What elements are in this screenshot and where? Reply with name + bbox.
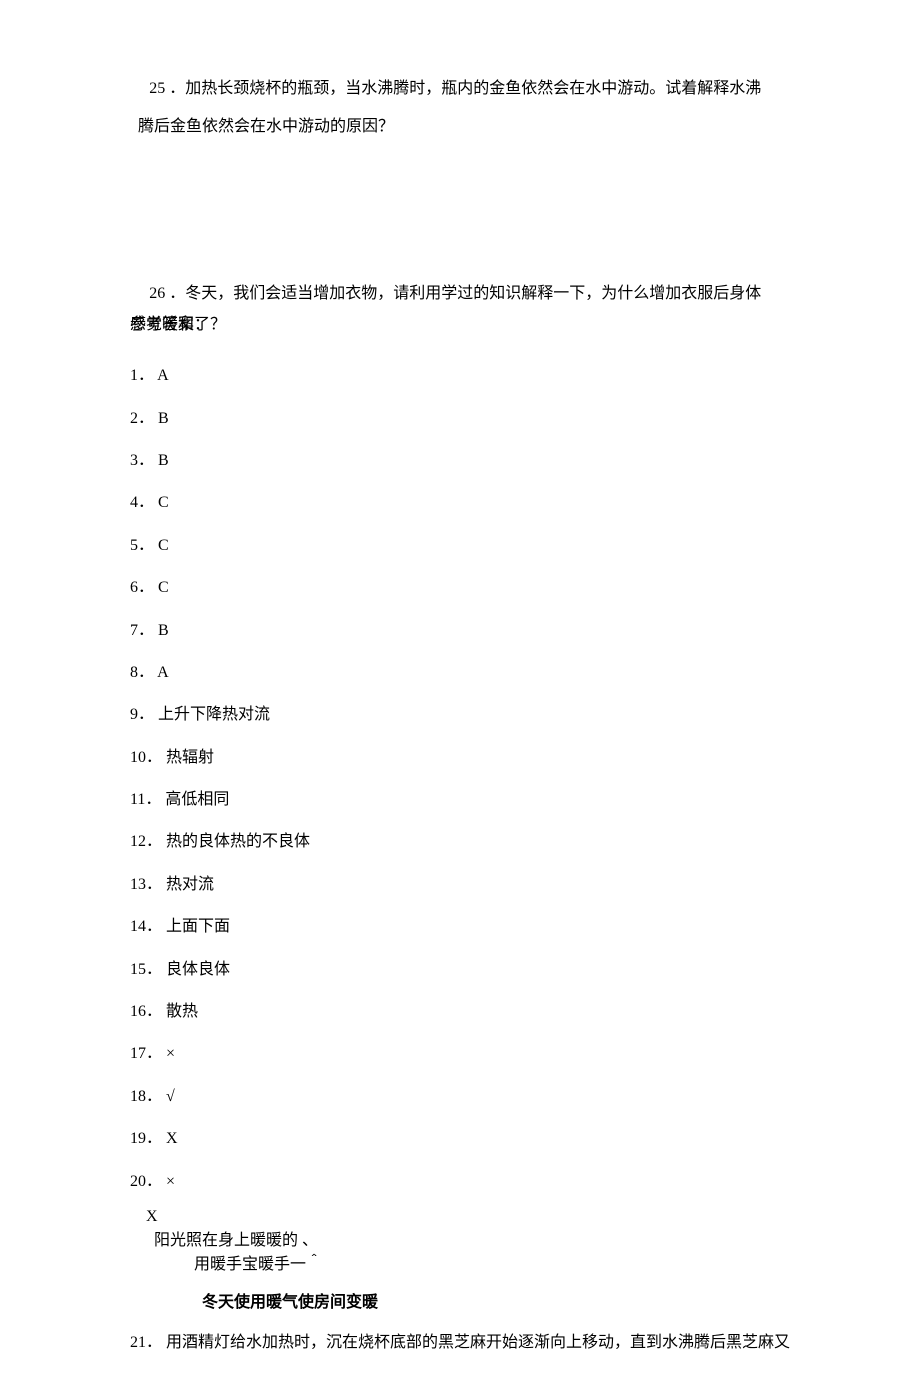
answer-item: 13． 热对流: [130, 864, 790, 906]
answer-item: 19． X: [130, 1118, 790, 1160]
answer-item: 6． C: [130, 567, 790, 609]
question-26: 26 ．冬天，我们会适当增加衣物，请利用学过的知识解释一下，为什么增加衣服后身体…: [130, 275, 790, 337]
answer-21: 21． 用酒精灯给水加热时，沉在烧杯底部的黑芝麻开始逐渐向上移动，直到水沸腾后黑…: [130, 1325, 790, 1360]
example-line: 阳光照在身上暖暖的 、: [130, 1229, 790, 1253]
answer-item: 11． 高低相同: [130, 779, 790, 821]
answer-item: 17． ×: [130, 1033, 790, 1075]
q25-line2: 腾后金鱼依然会在水中游动的原因？: [130, 108, 790, 146]
answer-item: 8． A: [130, 652, 790, 694]
example-line: X: [130, 1205, 790, 1229]
q26-line1: 26 ．冬天，我们会适当增加衣物，请利用学过的知识解释一下，为什么增加衣服后身体: [130, 275, 790, 313]
q25-line1: 25 ．加热长颈烧杯的瓶颈，当水沸腾时，瓶内的金鱼依然会在水中游动。试着解释水沸: [130, 70, 790, 108]
answer-item: 3． B: [130, 440, 790, 482]
example-block: X 阳光照在身上暖暖的 、 用暖手宝暖手一＾ 冬天使用暖气使房间变暖: [130, 1205, 790, 1315]
answer-item: 18． √: [130, 1076, 790, 1118]
answer-item: 20． ×: [130, 1161, 790, 1203]
answer-item: 15． 良体良体: [130, 949, 790, 991]
answer-item: 9． 上升下降热对流: [130, 694, 790, 736]
answer-item: 14． 上面下面: [130, 906, 790, 948]
example-heading: 冬天使用暖气使房间变暖: [130, 1291, 790, 1315]
answer-space: [130, 165, 790, 275]
answer-item: 5． C: [130, 525, 790, 567]
answer-item: 4． C: [130, 482, 790, 524]
question-25: 25 ．加热长颈烧杯的瓶颈，当水沸腾时，瓶内的金鱼依然会在水中游动。试着解释水沸…: [130, 70, 790, 147]
answer-item: 2． B: [130, 398, 790, 440]
overlap-line: 参考答案： 感觉暖和了？: [130, 313, 790, 337]
q26-line2-fragment: 感觉暖和了？: [130, 313, 226, 337]
answer-item: 12． 热的良体热的不良体: [130, 821, 790, 863]
example-line: 用暖手宝暖手一＾: [130, 1253, 790, 1277]
answer-item: 1． A: [130, 355, 790, 397]
answers-list: 1． A 2． B 3． B 4． C 5． C 6． C 7． B 8． A …: [130, 355, 790, 1203]
answer-item: 16． 散热: [130, 991, 790, 1033]
answer-item: 10． 热辐射: [130, 737, 790, 779]
answer-item: 7． B: [130, 610, 790, 652]
